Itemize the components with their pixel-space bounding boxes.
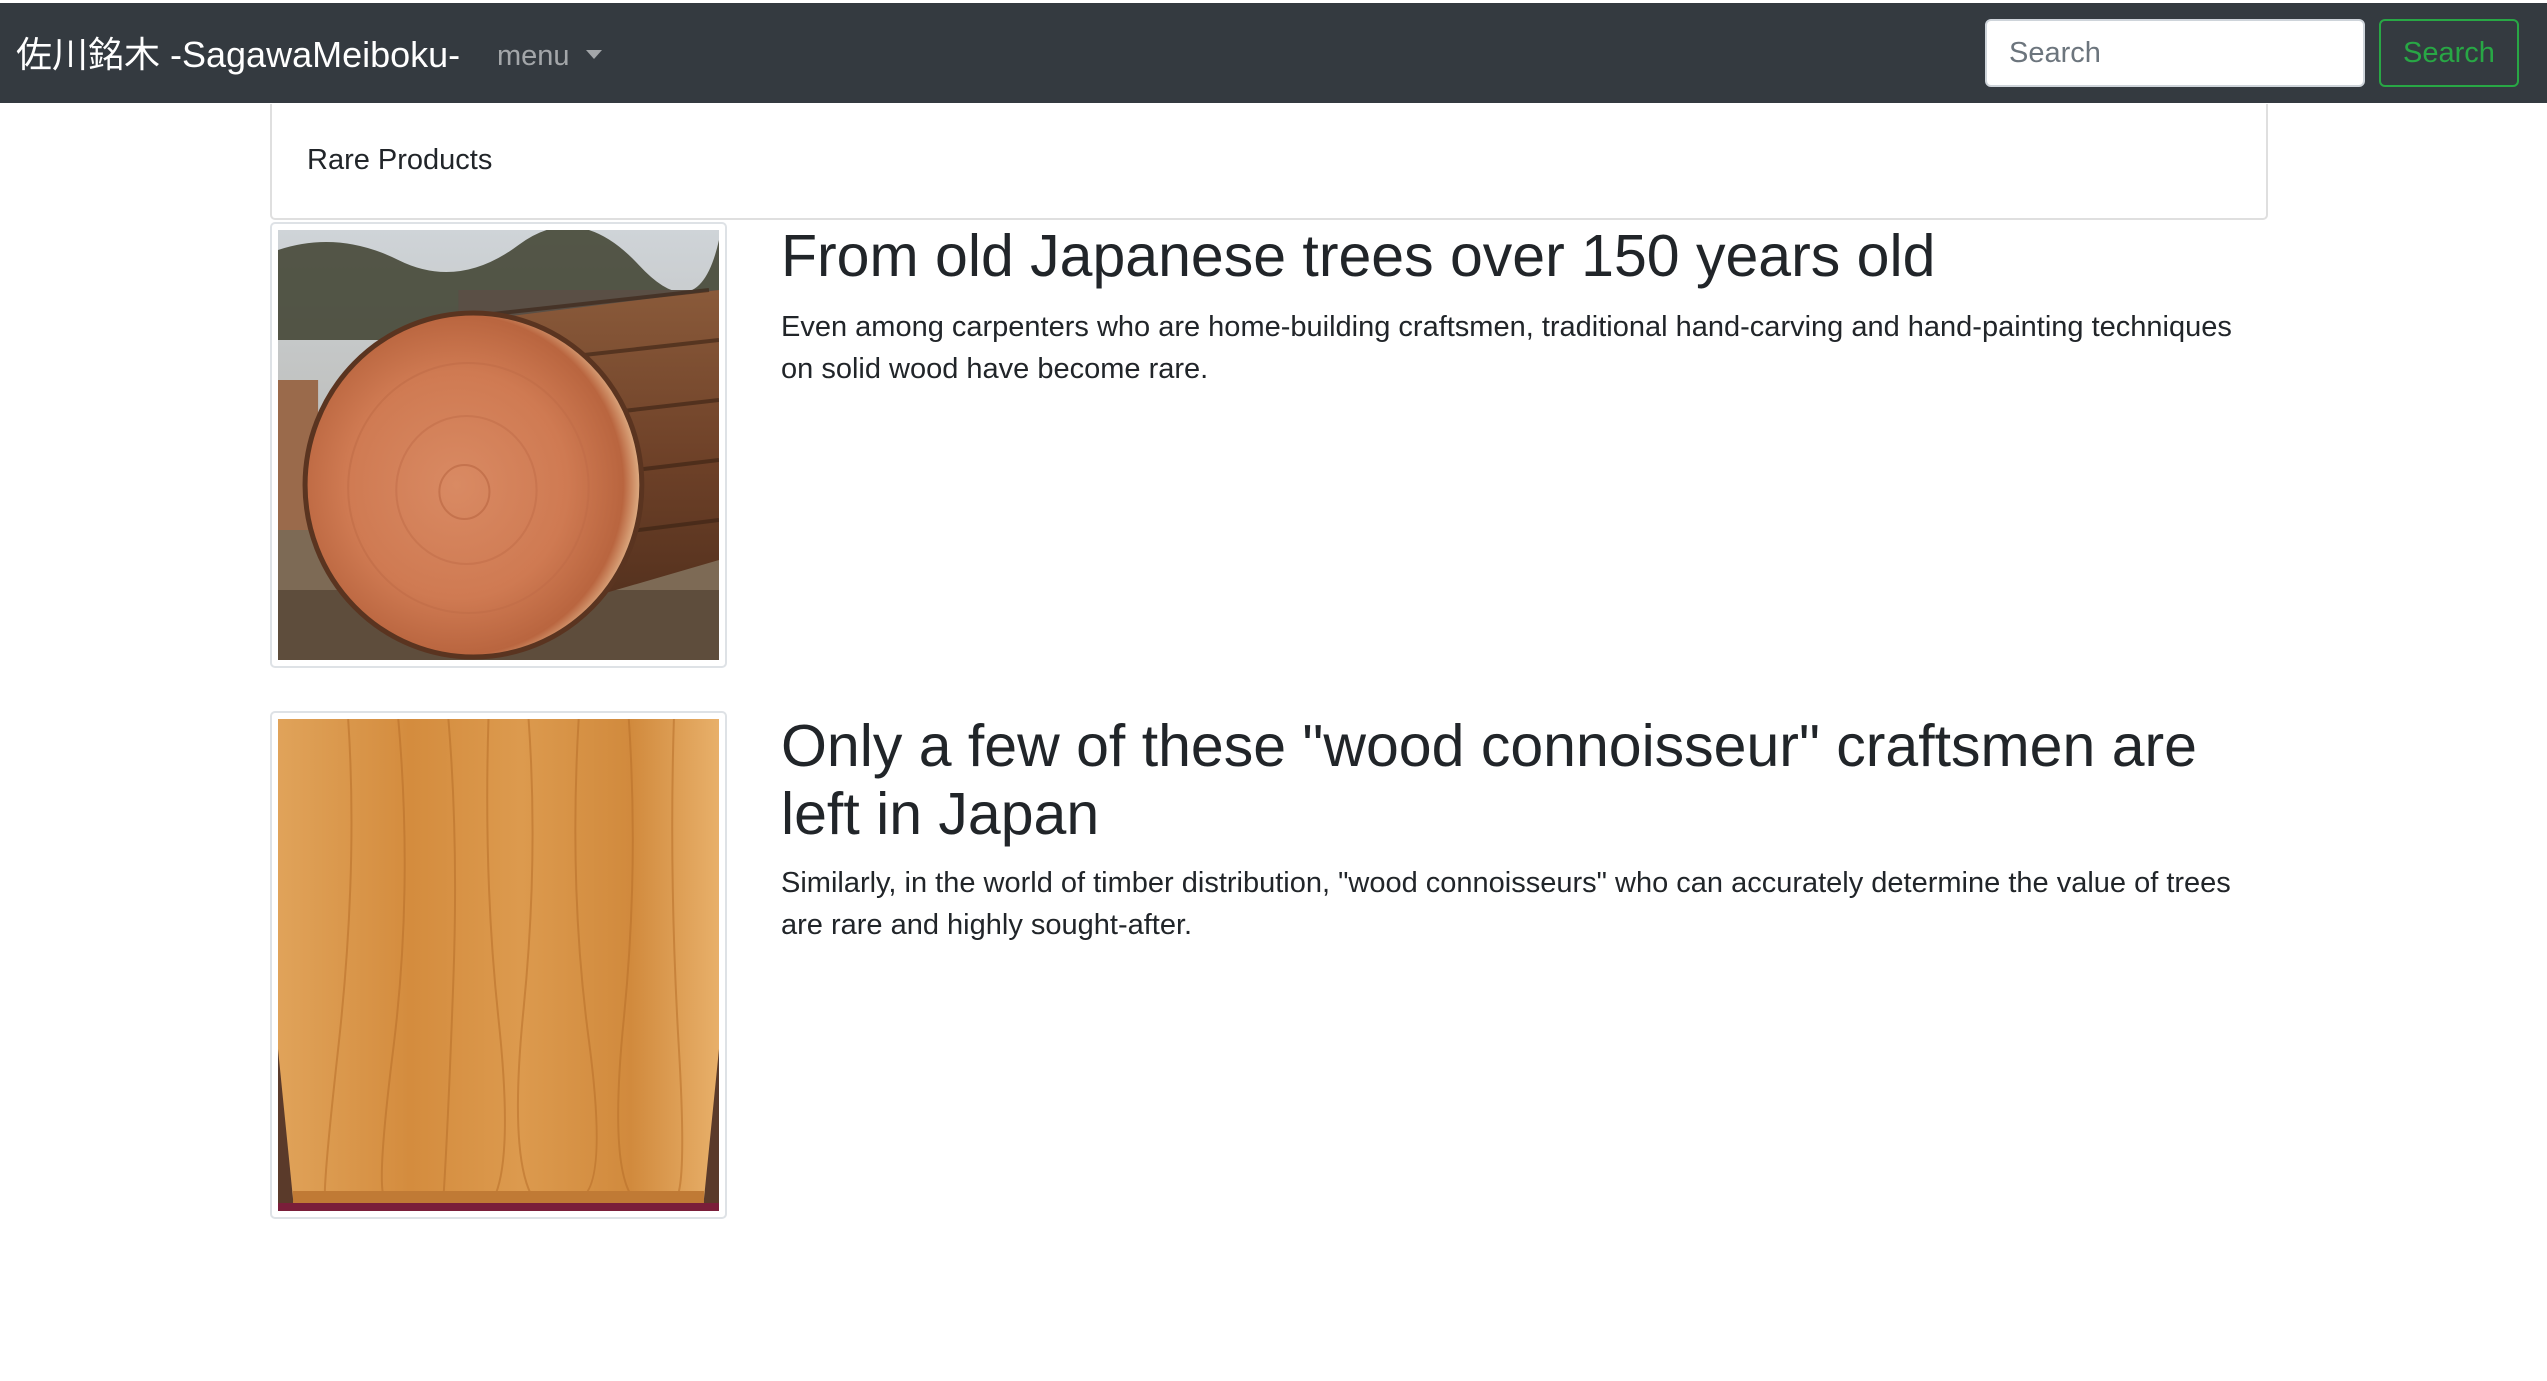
search-input[interactable]: [1985, 19, 2365, 87]
search-button[interactable]: Search: [2379, 19, 2519, 87]
item-description: Even among carpenters who are home-build…: [781, 311, 2232, 385]
section-header: Rare Products: [270, 104, 2268, 220]
item-description: Similarly, in the world of timber distri…: [781, 867, 2231, 941]
top-navbar: 佐川銘木 -SagawaMeiboku- menu Search: [0, 3, 2547, 103]
item-title: From old Japanese trees over 150 years o…: [781, 223, 1936, 289]
item-title: Only a few of these "wood connoisseur" c…: [781, 713, 2197, 847]
log-image: [270, 222, 727, 668]
menu-label: menu: [497, 40, 570, 72]
wood-board-image: [270, 711, 727, 1219]
brand-link[interactable]: 佐川銘木 -SagawaMeiboku-: [16, 33, 460, 77]
menu-dropdown-toggle[interactable]: menu: [497, 36, 602, 76]
chevron-down-icon: [585, 49, 602, 59]
section-title: Rare Products: [307, 144, 493, 176]
